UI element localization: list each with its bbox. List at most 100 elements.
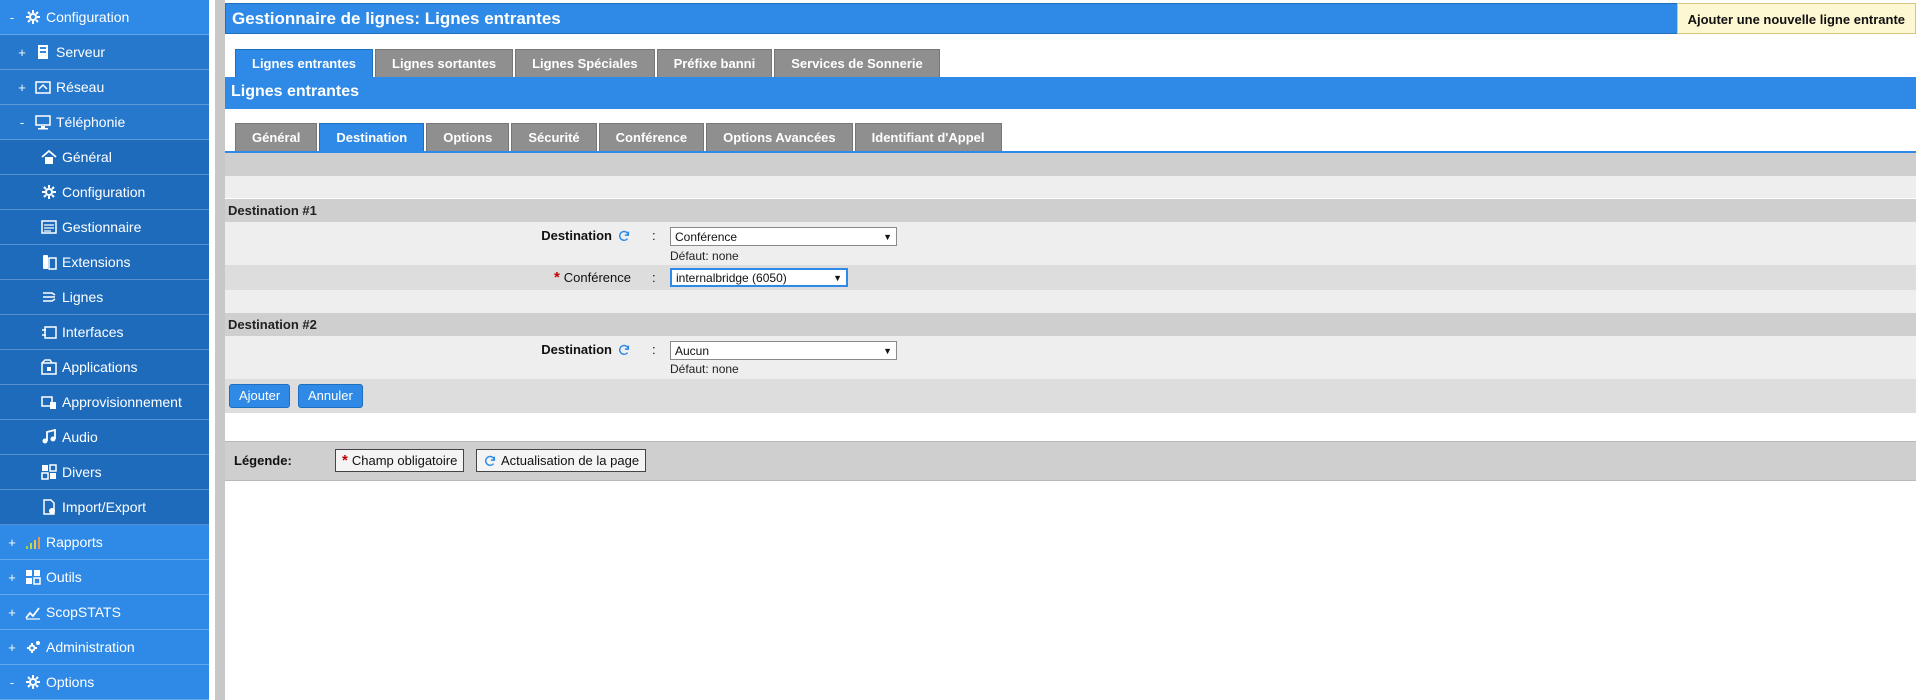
destination-1-label: Destination [541, 228, 631, 243]
conference-label-text: Conférence [563, 270, 631, 285]
conference-select-value: internalbridge (6050) [676, 270, 787, 285]
manager-icon [40, 219, 58, 235]
sidebar-item-label: Outils [46, 569, 82, 585]
expand-toggle[interactable]: + [16, 80, 28, 95]
subtab-destination[interactable]: Destination [319, 123, 425, 151]
sidebar-item-label: Réseau [56, 79, 105, 95]
interfaces-icon [40, 324, 58, 340]
gear-icon [40, 184, 58, 200]
lines-icon [40, 289, 58, 305]
subtab-general[interactable]: Général [235, 123, 318, 151]
subtab-conference[interactable]: Conférence [598, 123, 705, 151]
sidebar-item-general[interactable]: Général [0, 140, 209, 175]
refresh-icon [619, 344, 630, 355]
tab-services-de-sonnerie[interactable]: Services de Sonnerie [774, 49, 940, 77]
chevron-down-icon: ▼ [883, 345, 892, 356]
page-title: Gestionnaire de lignes: Lignes entrantes [225, 3, 1916, 34]
provisioning-icon [40, 394, 58, 410]
legend-required-text: Champ obligatoire [351, 453, 458, 468]
home-icon [40, 149, 58, 165]
destination-2-select[interactable]: Aucun ▼ [670, 341, 897, 360]
sidebar-item-lignes[interactable]: Lignes [0, 280, 209, 315]
conference-label: * Conférence [554, 269, 631, 286]
sidebar-item-outils[interactable]: + Outils [0, 560, 209, 595]
sidebar-item-administration[interactable]: + Administration [0, 630, 209, 665]
sidebar-item-label: Téléphonie [56, 114, 126, 130]
sidebar-item-applications[interactable]: Applications [0, 350, 209, 385]
legend-required: * Champ obligatoire [335, 449, 465, 472]
sidebar-item-audio[interactable]: Audio [0, 420, 209, 455]
sidebar-item-scopstats[interactable]: + ScopSTATS [0, 595, 209, 630]
sub-tabs: Général Destination Options Sécurité Confére… [235, 123, 1002, 151]
expand-toggle[interactable]: + [6, 605, 18, 620]
conference-row [225, 265, 1916, 290]
sidebar-item-label: Interfaces [62, 324, 124, 340]
sidebar-item-label: Lignes [62, 289, 104, 305]
sidebar-item-label: Extensions [62, 254, 131, 270]
destination-1-select[interactable]: Conférence ▼ [670, 227, 897, 246]
telephony-icon [34, 114, 52, 130]
collapse-toggle[interactable]: - [6, 10, 18, 25]
collapse-toggle[interactable]: - [16, 115, 28, 130]
subtab-identifiant-d-appel[interactable]: Identifiant d'Appel [854, 123, 1002, 151]
destination-1-select-value: Conférence [675, 229, 738, 244]
sidebar-item-label: Gestionnaire [62, 219, 142, 235]
sidebar-item-telephonie[interactable]: - Téléphonie [0, 105, 209, 140]
sidebar-item-label: Configuration [62, 184, 146, 200]
import-export-icon [40, 499, 58, 515]
required-star: * [553, 269, 560, 286]
collapse-toggle[interactable]: - [6, 675, 18, 690]
spacer-band [225, 290, 1916, 313]
destination-2-select-value: Aucun [675, 343, 710, 358]
subtab-options-avancees[interactable]: Options Avancées [706, 123, 853, 151]
sidebar-item-extensions[interactable]: Extensions [0, 245, 209, 280]
legend-title: Légende: [234, 453, 292, 468]
destination-1-header: Destination #1 [225, 199, 1916, 222]
sidebar-item-label: ScopSTATS [46, 604, 121, 620]
destination-1-label-text: Destination [541, 228, 612, 243]
expand-toggle[interactable]: + [16, 45, 28, 60]
sidebar-item-label: Approvisionnement [62, 394, 182, 410]
server-icon [34, 44, 52, 60]
main-content: Gestionnaire de lignes: Lignes entrantes… [225, 0, 1916, 700]
cancel-button[interactable]: Annuler [298, 384, 363, 408]
add-incoming-line-button[interactable]: Ajouter une nouvelle ligne entrante [1676, 3, 1916, 34]
colon: : [652, 342, 656, 357]
expand-toggle[interactable]: + [6, 570, 18, 585]
tab-lignes-sortantes[interactable]: Lignes sortantes [375, 49, 514, 77]
sidebar-item-interfaces[interactable]: Interfaces [0, 315, 209, 350]
expand-toggle[interactable]: + [6, 535, 18, 550]
sidebar-item-configuration[interactable]: - Configuration [0, 0, 209, 35]
spacer-band [225, 176, 1916, 198]
sidebar-item-options[interactable]: - Options [0, 665, 209, 700]
sidebar-resize-gutter[interactable] [215, 0, 225, 700]
subtab-options[interactable]: Options [426, 123, 510, 151]
gear-icon [24, 674, 42, 690]
sidebar-item-configuration[interactable]: Configuration [0, 175, 209, 210]
tab-lignes-speciales[interactable]: Lignes Spéciales [515, 49, 655, 77]
sidebar-item-import-export[interactable]: Import/Export [0, 490, 209, 525]
destination-2-label-text: Destination [541, 342, 612, 357]
sidebar-item-label: Général [62, 149, 112, 165]
subtab-securite[interactable]: Sécurité [511, 123, 597, 151]
sidebar-item-label: Audio [62, 429, 98, 445]
sidebar-item-serveur[interactable]: + Serveur [0, 35, 209, 70]
sidebar-item-rapports[interactable]: + Rapports [0, 525, 209, 560]
sidebar-item-approvisionnement[interactable]: Approvisionnement [0, 385, 209, 420]
grid-icon [40, 464, 58, 480]
expand-toggle[interactable]: + [6, 640, 18, 655]
chevron-down-icon: ▼ [883, 231, 892, 242]
sidebar-item-label: Rapports [46, 534, 103, 550]
tab-lignes-entrantes[interactable]: Lignes entrantes [235, 49, 374, 77]
sidebar-item-divers[interactable]: Divers [0, 455, 209, 490]
add-button[interactable]: Ajouter [229, 384, 291, 408]
sidebar-item-gestionnaire[interactable]: Gestionnaire [0, 210, 209, 245]
chevron-down-icon: ▼ [833, 272, 842, 283]
tab-prefixe-banni[interactable]: Préfixe banni [656, 49, 773, 77]
network-icon [34, 79, 52, 95]
sidebar-item-reseau[interactable]: + Réseau [0, 70, 209, 105]
conference-select[interactable]: internalbridge (6050) ▼ [670, 268, 848, 287]
refresh-icon [485, 455, 496, 466]
admin-gear-icon [24, 639, 42, 655]
sidebar: - Configuration + Serveur + Réseau - Téléphonie… [0, 0, 209, 700]
